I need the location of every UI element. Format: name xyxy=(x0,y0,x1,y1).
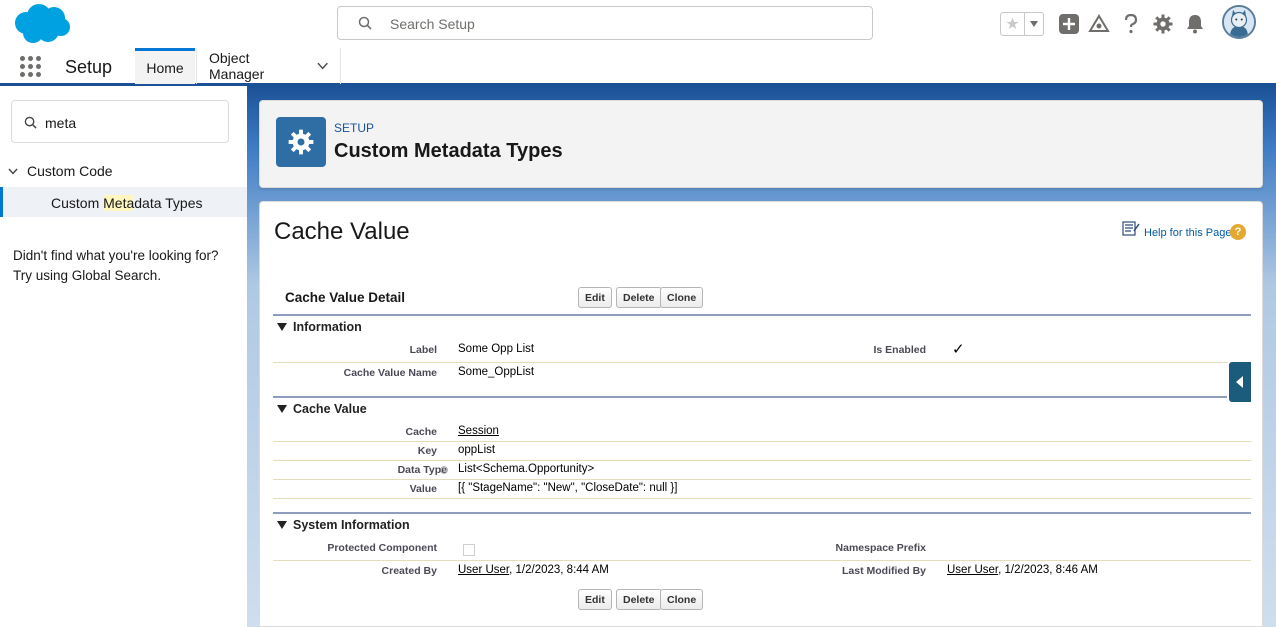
edit-button[interactable]: Edit xyxy=(578,287,612,308)
chevron-down-icon[interactable] xyxy=(317,62,328,70)
field-value-cache-value-name: Some_OppList xyxy=(458,366,535,378)
is-enabled-checkmark-icon: ✓ xyxy=(952,341,965,358)
gear-icon[interactable] xyxy=(1151,12,1175,36)
record-type-title: Cache Value xyxy=(274,218,410,245)
not-found-line-1: Didn't find what you're looking for? xyxy=(13,248,219,263)
field-label-namespace-prefix: Namespace Prefix xyxy=(835,542,926,554)
tab-home[interactable]: Home xyxy=(135,48,195,84)
search-match-highlight: Meta xyxy=(103,195,135,211)
chevron-left-icon xyxy=(1236,376,1243,388)
row-divider xyxy=(273,498,1251,499)
field-label-is-enabled: Is Enabled xyxy=(873,344,926,356)
global-header: Search Setup ★ xyxy=(0,0,1276,48)
field-value-key: oppList xyxy=(458,444,496,456)
created-by-date: , 1/2/2023, 8:44 AM xyxy=(509,564,609,576)
field-label-value: Value xyxy=(409,483,437,495)
help-question-icon[interactable]: ? xyxy=(1230,224,1246,240)
field-label-cache: Cache xyxy=(405,426,437,438)
collapse-triangle-icon[interactable] xyxy=(277,521,287,529)
section-title: Cache Value xyxy=(293,402,367,416)
field-label-label: Label xyxy=(409,344,437,356)
section-title: System Information xyxy=(293,518,410,532)
detail-block-title: Cache Value Detail xyxy=(285,290,406,305)
chevron-down-icon[interactable] xyxy=(8,168,18,175)
collapse-triangle-icon[interactable] xyxy=(277,405,287,413)
detail-page-card: Cache Value Help for this Page ? Cache V… xyxy=(259,201,1263,627)
modified-by-user-link[interactable]: User User xyxy=(947,564,998,576)
help-for-page-link[interactable]: Help for this Page xyxy=(1122,221,1231,239)
tab-object-manager[interactable]: Object Manager xyxy=(196,48,341,84)
cache-session-link[interactable]: Session xyxy=(458,425,499,437)
search-placeholder: Search Setup xyxy=(390,16,475,32)
gear-icon xyxy=(276,117,326,167)
field-label-last-modified-by: Last Modified By xyxy=(841,565,926,577)
field-value-data-type: List<Schema.Opportunity> xyxy=(458,463,595,475)
setup-eyebrow: SETUP xyxy=(334,121,375,135)
section-cache-value[interactable]: Cache Value xyxy=(273,396,1251,416)
section-title: Information xyxy=(293,320,362,334)
tab-object-manager-label: Object Manager xyxy=(209,50,265,82)
edit-button-bottom[interactable]: Edit xyxy=(578,589,612,610)
tab-home-label: Home xyxy=(146,59,184,76)
favorites-group: ★ xyxy=(1000,12,1044,36)
search-icon xyxy=(24,116,37,129)
delete-button[interactable]: Delete xyxy=(616,287,662,308)
protected-component-checkbox xyxy=(463,544,475,556)
tree-item-label: Custom Code xyxy=(27,163,113,179)
tree-item-custom-metadata-types[interactable]: Custom Metadata Types xyxy=(0,187,247,217)
field-value-label: Some Opp List xyxy=(458,343,535,355)
tree-item-custom-code[interactable]: Custom Code xyxy=(8,163,113,179)
notifications-bell-icon[interactable] xyxy=(1183,12,1207,36)
favorites-dropdown-icon[interactable] xyxy=(1025,13,1043,35)
page-title: Custom Metadata Types xyxy=(334,140,563,162)
clone-button-bottom[interactable]: Clone xyxy=(660,589,704,610)
field-value-last-modified-by: User User, 1/2/2023, 8:46 AM xyxy=(947,564,1098,576)
global-actions-icon[interactable] xyxy=(1057,12,1081,36)
favorite-star-icon[interactable]: ★ xyxy=(1001,13,1025,35)
tree-child-label-post: data Types xyxy=(134,195,203,211)
context-bar: Setup Home Object Manager xyxy=(0,48,1276,86)
row-divider xyxy=(273,441,1251,442)
setup-sidebar: meta Custom Code Custom Metadata Types D… xyxy=(0,86,247,627)
field-value-created-by: User User, 1/2/2023, 8:44 AM xyxy=(458,564,609,576)
help-link-label[interactable]: Help for this Page xyxy=(1144,227,1231,239)
section-information[interactable]: Information xyxy=(273,314,1251,334)
help-icon[interactable] xyxy=(1119,12,1143,36)
not-found-line-2: Try using Global Search. xyxy=(13,268,162,283)
field-label-created-by: Created By xyxy=(381,565,437,577)
search-icon xyxy=(358,16,372,30)
row-divider xyxy=(273,560,1251,561)
quick-find-input[interactable]: meta xyxy=(11,100,229,143)
info-icon[interactable] xyxy=(440,466,448,474)
field-value-value: [{ "StageName": "New", "CloseDate": null… xyxy=(458,482,678,494)
quick-find-value: meta xyxy=(45,115,77,131)
row-divider xyxy=(273,362,1251,363)
tree-child-label-pre: Custom xyxy=(51,195,104,211)
app-launcher-icon[interactable] xyxy=(20,56,42,78)
clone-button[interactable]: Clone xyxy=(660,287,704,308)
collapse-triangle-icon[interactable] xyxy=(277,323,287,331)
field-label-key: Key xyxy=(417,445,437,457)
trailhead-icon[interactable] xyxy=(1087,12,1111,36)
setup-search-input[interactable]: Search Setup xyxy=(337,6,873,40)
field-label-cache-value-name: Cache Value Name xyxy=(343,367,437,379)
row-divider xyxy=(273,460,1251,461)
section-system-information[interactable]: System Information xyxy=(273,512,1251,532)
field-label-protected-component: Protected Component xyxy=(327,542,437,554)
modified-by-date: , 1/2/2023, 8:46 AM xyxy=(998,564,1098,576)
user-avatar[interactable] xyxy=(1222,5,1256,39)
help-document-icon xyxy=(1122,221,1140,236)
salesforce-logo[interactable] xyxy=(12,3,72,45)
created-by-user-link[interactable]: User User xyxy=(458,564,509,576)
setup-page-header: SETUP Custom Metadata Types xyxy=(259,100,1263,188)
app-name: Setup xyxy=(65,57,113,77)
delete-button-bottom[interactable]: Delete xyxy=(616,589,662,610)
row-divider xyxy=(273,479,1251,480)
side-panel-toggle[interactable] xyxy=(1229,362,1251,402)
not-found-message: Didn't find what you're looking for? Try… xyxy=(13,246,238,286)
